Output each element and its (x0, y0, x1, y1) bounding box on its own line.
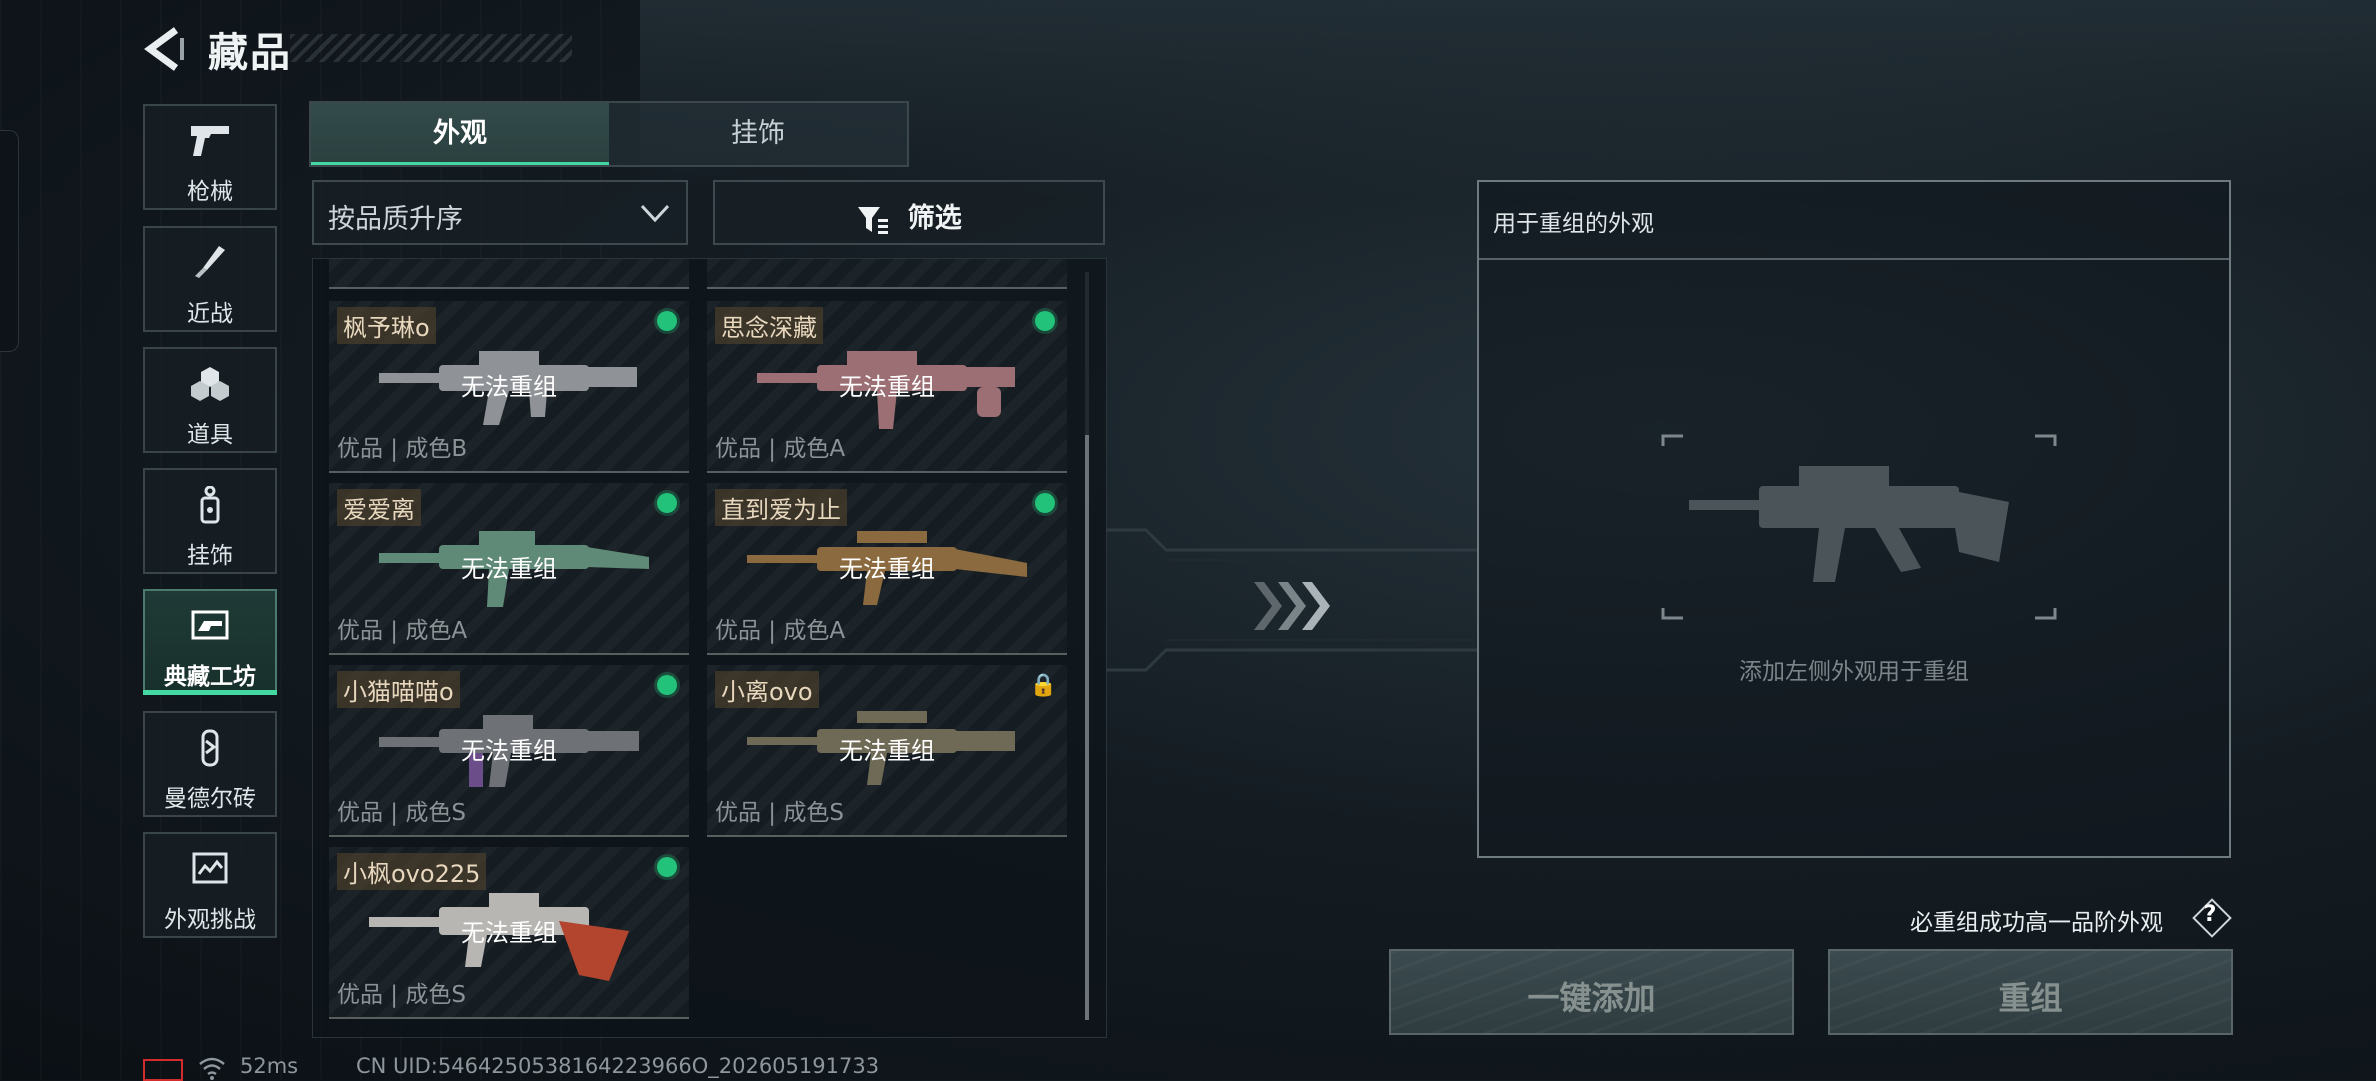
sidebar-item-workshop[interactable]: 典藏工坊 (143, 589, 277, 695)
ping-readout: 52ms (240, 1054, 299, 1078)
cannot-reassemble-label: 无法重组 (839, 373, 935, 401)
cannot-reassemble-label: 无法重组 (461, 919, 557, 947)
cannot-reassemble-label: 无法重组 (461, 555, 557, 583)
edge-handle (0, 130, 19, 352)
skin-card-partial[interactable] (329, 259, 689, 289)
sidebar-item-label: 挂饰 (187, 543, 233, 569)
skin-card-partial[interactable] (707, 259, 1067, 289)
back-button[interactable] (142, 24, 192, 74)
panel-title: 用于重组的外观 (1493, 211, 1654, 237)
skin-owner-name: 小猫喵喵o (337, 671, 460, 708)
equipped-indicator (1035, 311, 1055, 331)
skin-owner-name: 直到爱为止 (715, 489, 847, 526)
equipped-indicator (657, 311, 677, 331)
sort-selected-value: 按品质升序 (328, 204, 463, 235)
add-all-label: 一键添加 (1527, 979, 1656, 1017)
skin-quality: 优品 | 成色B (337, 436, 468, 462)
sidebar-item-guns[interactable]: 枪械 (143, 104, 277, 210)
panel-header: 用于重组的外观 (1479, 182, 2229, 260)
category-tabs: 外观 挂饰 (309, 101, 909, 167)
skin-quality: 优品 | 成色S (715, 800, 844, 826)
lock-icon: 🔒 (1029, 673, 1057, 698)
grenade-icon (145, 365, 275, 410)
reassemble-label: 重组 (1998, 979, 2063, 1017)
brick-icon (145, 729, 275, 776)
filter-icon (858, 206, 889, 234)
grid-scrollbar-thumb[interactable] (1085, 435, 1089, 1020)
charm-icon (145, 485, 275, 533)
skin-card[interactable]: 小猫喵喵o 无法重组 优品 | 成色S (329, 665, 689, 837)
cannot-reassemble-label: 无法重组 (839, 555, 935, 583)
sidebar-item-mandel-brick[interactable]: 曼德尔砖 (143, 711, 277, 817)
sidebar-item-melee[interactable]: 近战 (143, 226, 277, 332)
skin-owner-name: 小离ovo (715, 671, 819, 708)
skin-card[interactable]: 爱爱离 无法重组 优品 | 成色A (329, 483, 689, 655)
equipped-indicator (1035, 493, 1055, 513)
skin-grid[interactable]: 枫予琳o 无法重组 优品 | 成色B 思念深藏 无法重组 优品 | 成色A 爱爱… (312, 258, 1107, 1038)
cannot-reassemble-label: 无法重组 (461, 373, 557, 401)
pistol-icon (145, 122, 275, 167)
back-arrow-icon (144, 27, 184, 71)
skin-card[interactable]: 小离ovo 🔒 无法重组 优品 | 成色S (707, 665, 1067, 837)
skin-owner-name: 小枫ovo225 (337, 853, 487, 890)
sidebar-item-label: 道具 (187, 422, 233, 448)
skin-quality: 优品 | 成色S (337, 800, 466, 826)
knife-icon (145, 244, 275, 289)
skin-card[interactable]: 枫予琳o 无法重组 优品 | 成色B (329, 301, 689, 473)
chevron-down-icon (640, 204, 670, 223)
sidebar-item-label: 曼德尔砖 (164, 786, 256, 812)
sidebar-item-charms[interactable]: 挂饰 (143, 468, 277, 574)
sidebar-item-skin-challenge[interactable]: 外观挑战 (143, 832, 277, 938)
reassemble-button[interactable]: 重组 (1828, 949, 2233, 1035)
skin-quality: 优品 | 成色A (337, 618, 468, 644)
sidebar-item-label: 枪械 (187, 179, 233, 205)
reassemble-slot-panel[interactable]: 用于重组的外观 添加左侧外观用于重组 (1477, 180, 2231, 858)
page-title: 藏品 (208, 30, 292, 76)
equipped-indicator (657, 493, 677, 513)
chevrons-right-icon (1254, 582, 1330, 630)
cannot-reassemble-label: 无法重组 (839, 737, 935, 765)
user-uid: CN UID:5464250538164223966O_202605191733 (356, 1054, 880, 1078)
background-streak (640, 0, 2376, 200)
skin-card[interactable]: 直到爱为止 无法重组 优品 | 成色A (707, 483, 1067, 655)
tab-appearance[interactable]: 外观 (311, 103, 609, 165)
equipped-indicator (657, 857, 677, 877)
skin-owner-name: 爱爱离 (337, 489, 421, 526)
skin-owner-name: 枫予琳o (337, 307, 436, 344)
workshop-icon (145, 607, 275, 652)
equipped-indicator (657, 675, 677, 695)
cannot-reassemble-label: 无法重组 (461, 737, 557, 765)
skin-quality: 优品 | 成色A (715, 618, 846, 644)
guarantee-text: 必重组成功高一品阶外观 (1910, 910, 2163, 936)
wifi-icon (199, 1057, 225, 1080)
skin-card[interactable]: 小枫ovo225 无法重组 优品 | 成色S (329, 847, 689, 1019)
sidebar-item-label: 外观挑战 (164, 907, 256, 933)
skin-owner-name: 思念深藏 (715, 307, 823, 344)
filter-button[interactable]: 筛选 (713, 180, 1105, 245)
help-button[interactable]: ? (2192, 898, 2232, 938)
sidebar-item-label: 典藏工坊 (164, 664, 256, 690)
sidebar-item-label: 近战 (187, 301, 233, 327)
skin-quality: 优品 | 成色S (337, 982, 466, 1008)
title-decoration (290, 34, 572, 62)
tab-charms[interactable]: 挂饰 (609, 103, 907, 165)
challenge-icon (145, 850, 275, 895)
empty-slot-rifle-icon (1661, 434, 2057, 620)
add-all-button[interactable]: 一键添加 (1389, 949, 1794, 1035)
sort-dropdown[interactable]: 按品质升序 (312, 180, 688, 245)
skin-quality: 优品 | 成色A (715, 436, 846, 462)
skin-card[interactable]: 思念深藏 无法重组 优品 | 成色A (707, 301, 1067, 473)
battery-icon (143, 1059, 183, 1081)
sidebar-item-items[interactable]: 道具 (143, 347, 277, 453)
question-mark-icon: ? (2203, 902, 2217, 927)
add-skin-hint: 添加左侧外观用于重组 (1739, 659, 1969, 685)
filter-label: 筛选 (907, 203, 962, 234)
